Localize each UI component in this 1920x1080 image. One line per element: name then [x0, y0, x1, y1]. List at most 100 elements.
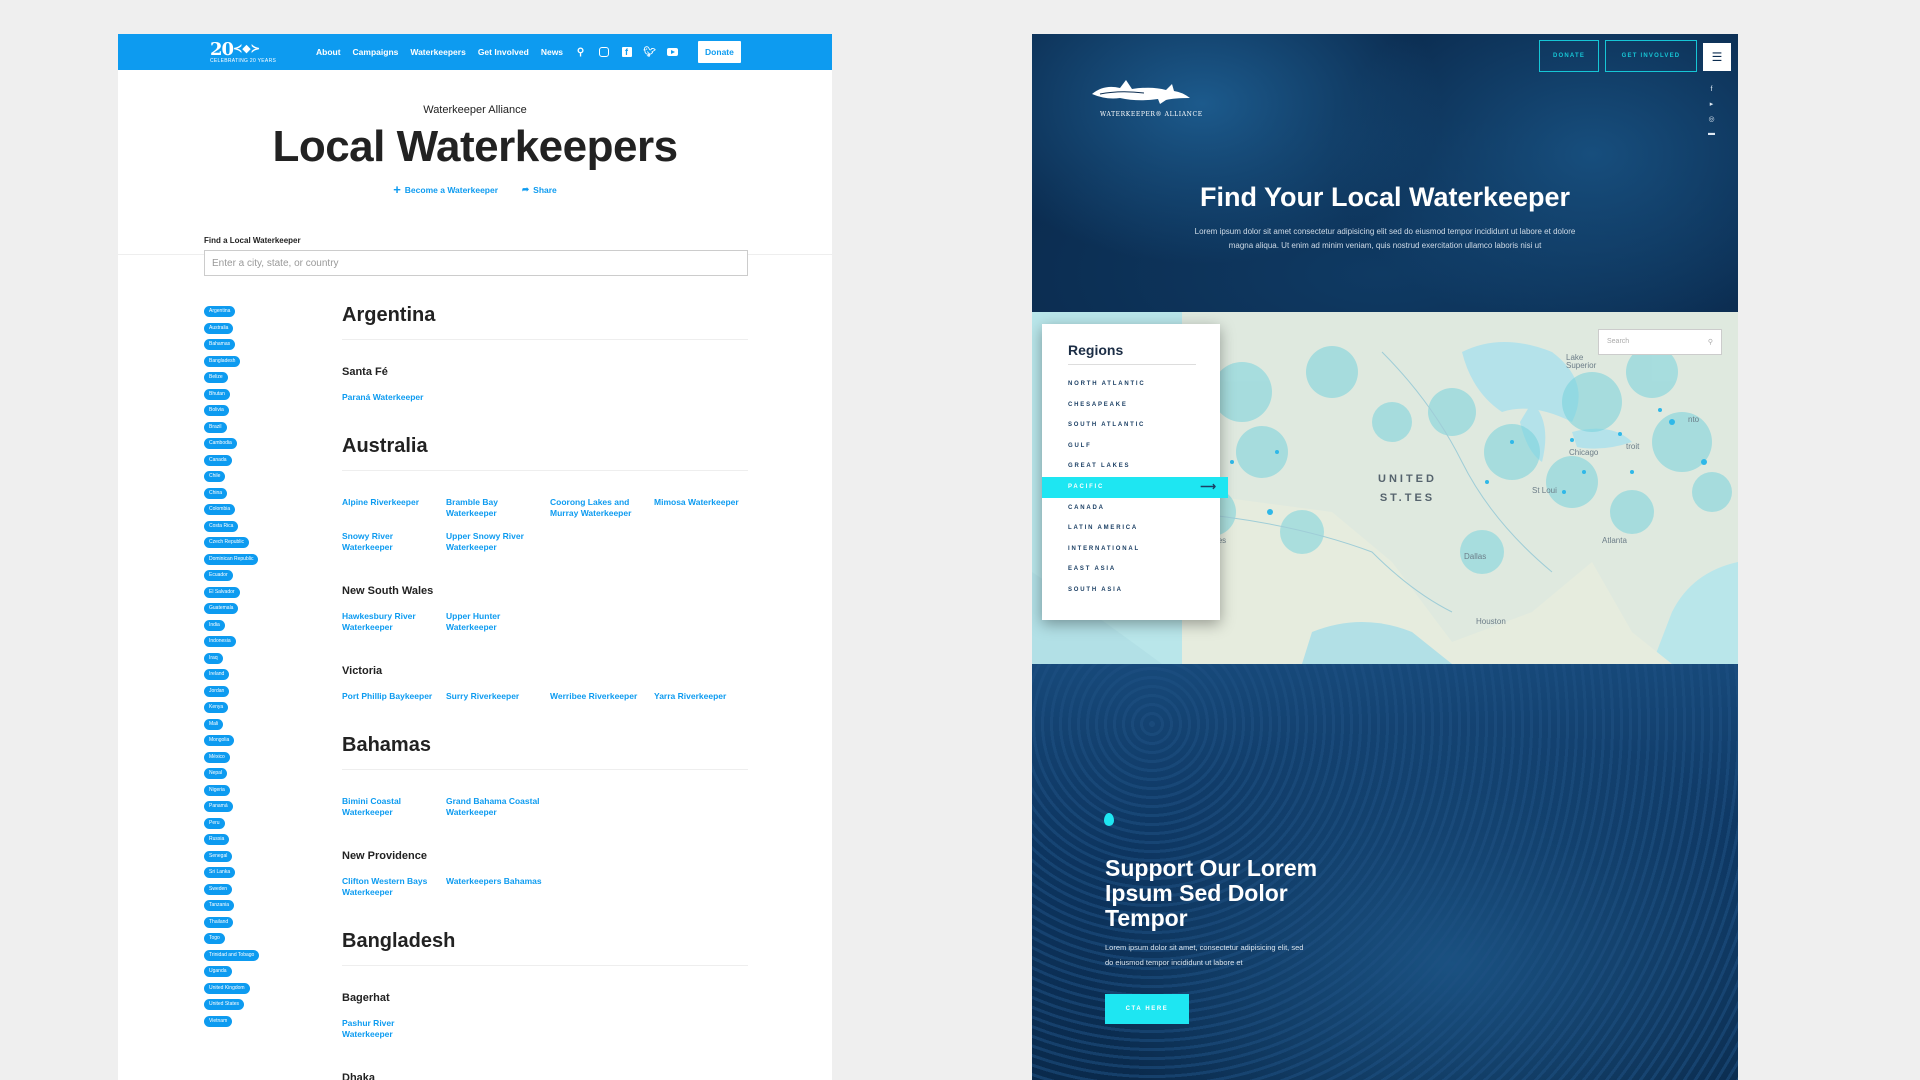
country-filter-pill[interactable]: Nepal — [204, 768, 228, 779]
country-filter-pill[interactable]: Sri Lanka — [204, 867, 236, 878]
country-filter-pill[interactable]: Togo — [204, 933, 225, 944]
twitter-icon[interactable]: 🐦︎ — [643, 47, 656, 58]
waterkeeper-link[interactable]: Paraná Waterkeeper — [342, 392, 446, 403]
country-filter-pill[interactable]: El Salvador — [204, 586, 240, 598]
country-filter-pill[interactable]: Mali — [204, 718, 224, 730]
donate-button[interactable]: Donate — [698, 41, 741, 63]
country-filter-pill[interactable]: Nigeria — [204, 784, 230, 796]
instagram-icon[interactable] — [598, 47, 609, 57]
country-filter-pill[interactable]: United States — [204, 999, 245, 1010]
country-filter-pill[interactable]: Bahamas — [204, 339, 236, 350]
region-item[interactable]: South Asia — [1042, 580, 1220, 601]
nav-campaigns[interactable]: Campaigns — [353, 47, 399, 57]
country-filter-pill[interactable]: Vietnam — [204, 1015, 233, 1027]
facebook-icon[interactable]: f — [621, 47, 632, 57]
country-filter-pill[interactable]: Indonesia — [204, 636, 236, 647]
waterkeeper-link[interactable]: Werribee Riverkeeper — [550, 691, 654, 702]
country-filter-pill[interactable]: United Kingdom — [204, 982, 250, 994]
country-filter-pill[interactable]: Mongolia — [204, 735, 235, 746]
waterkeeper-link[interactable]: Alpine Riverkeeper — [342, 497, 446, 519]
country-filter-pill[interactable]: Thailand — [204, 916, 234, 928]
waterkeeper-link[interactable]: Pashur River Waterkeeper — [342, 1018, 446, 1040]
country-filter-pill[interactable]: Chile — [204, 471, 226, 482]
facebook-icon[interactable]: f — [1711, 86, 1713, 93]
waterkeeper-link[interactable]: Upper Hunter Waterkeeper — [446, 611, 550, 633]
country-filter-pill[interactable]: Cambodia — [204, 438, 237, 449]
waterkeeper-logo[interactable]: WATERKEEPER® ALLIANCE — [1090, 78, 1203, 118]
cta-button[interactable]: CTA HERE — [1105, 994, 1189, 1024]
waterkeeper-link[interactable]: Clifton Western Bays Waterkeeper — [342, 876, 446, 898]
region-item[interactable]: East Asia — [1042, 559, 1220, 580]
country-filter-pill[interactable]: Brazil — [204, 421, 227, 433]
region-item[interactable]: Great Lakes — [1042, 456, 1220, 477]
waterkeeper-link[interactable]: Bramble Bay Waterkeeper — [446, 497, 550, 519]
country-filter-pill[interactable]: Canada — [204, 454, 232, 466]
hamburger-icon[interactable]: ☰ — [1703, 43, 1731, 71]
country-filter-pill[interactable]: Russia — [204, 834, 230, 845]
waterkeeper-link[interactable]: Snowy River Waterkeeper — [342, 531, 446, 553]
country-filter-pill[interactable]: Colombia — [204, 504, 236, 515]
country-filter-pill[interactable]: Argentina — [204, 306, 236, 317]
waterkeeper-link[interactable]: Upper Snowy River Waterkeeper — [446, 531, 550, 553]
waterkeeper-link[interactable]: Mimosa Waterkeeper — [654, 497, 748, 519]
twitter-icon[interactable]: ▸ — [1710, 100, 1714, 108]
country-filter-pill[interactable]: Dominican Republic — [204, 553, 259, 565]
youtube-icon[interactable]: ▬ — [1708, 130, 1715, 137]
nav-about[interactable]: About — [316, 47, 341, 57]
country-filter-pill[interactable]: Belize — [204, 372, 228, 383]
region-item[interactable]: Pacific ⟶ — [1042, 476, 1228, 498]
waterkeeper-link[interactable]: Yarra Riverkeeper — [654, 691, 748, 702]
search-icon[interactable]: ⚲ — [575, 47, 586, 58]
country-filter-pill[interactable]: Kenya — [204, 702, 229, 713]
nav-waterkeepers[interactable]: Waterkeepers — [410, 47, 465, 57]
get-involved-button[interactable]: GET INVOLVED — [1605, 40, 1697, 72]
map-search-input[interactable]: Search ⚲ — [1598, 329, 1722, 355]
anniversary-logo[interactable]: 20≺◆≻ CELEBRATING 20 YEARS — [210, 40, 284, 64]
country-filter-pill[interactable]: Bangladesh — [204, 355, 241, 367]
waterkeeper-map[interactable]: Lake Superior Chicago troit St Loui os A… — [1032, 312, 1738, 664]
waterkeeper-link[interactable]: Hawkesbury River Waterkeeper — [342, 611, 446, 633]
country-filter-pill[interactable]: Tanzania — [204, 900, 235, 911]
country-filter-pill[interactable]: Jordan — [204, 685, 230, 697]
waterkeeper-link[interactable]: Grand Bahama Coastal Waterkeeper — [446, 796, 550, 818]
location-search-input[interactable] — [204, 250, 748, 276]
country-filter-pill[interactable]: Czech Republic — [204, 537, 250, 548]
country-filter-pill[interactable]: Bhutan — [204, 388, 230, 400]
region-item[interactable]: Gulf — [1042, 436, 1220, 457]
country-filter-pill[interactable]: Panamá — [204, 801, 233, 812]
waterkeeper-link[interactable]: Port Phillip Baykeeper — [342, 691, 446, 702]
waterkeeper-link[interactable]: Surry Riverkeeper — [446, 691, 550, 702]
country-filter-pill[interactable]: Iraq — [204, 652, 223, 664]
country-filter-pill[interactable]: Bolivia — [204, 405, 229, 416]
country-filter-pill[interactable]: India — [204, 619, 225, 631]
region-item[interactable]: Latin America — [1042, 518, 1220, 539]
region-item[interactable]: International — [1042, 539, 1220, 560]
country-filter-pill[interactable]: Australia — [204, 322, 234, 334]
country-filter-pill[interactable]: Guatemala — [204, 603, 239, 614]
become-waterkeeper-link[interactable]: + Become a Waterkeeper — [393, 183, 498, 196]
donate-button[interactable]: DONATE — [1539, 40, 1599, 72]
region-item[interactable]: Canada — [1042, 498, 1220, 519]
country-filter-pill[interactable]: Trinidad and Tobago — [204, 949, 260, 961]
instagram-icon[interactable]: ◎ — [1708, 115, 1714, 123]
search-icon[interactable]: ⚲ — [1708, 338, 1713, 346]
youtube-icon[interactable] — [667, 48, 679, 56]
country-filter-pill[interactable]: Sweden — [204, 883, 233, 895]
waterkeeper-link[interactable]: Bimini Coastal Waterkeeper — [342, 796, 446, 818]
country-filter-pill[interactable]: Costa Rica — [204, 520, 239, 532]
country-filter-pill[interactable]: Uganda — [204, 966, 232, 977]
region-item[interactable]: North Atlantic — [1042, 374, 1220, 395]
country-filter-pill[interactable]: Ireland — [204, 669, 230, 680]
country-filter-pill[interactable]: México — [204, 751, 230, 763]
nav-get-involved[interactable]: Get Involved — [478, 47, 529, 57]
region-item[interactable]: South Atlantic — [1042, 415, 1220, 436]
region-item[interactable]: Chesapeake — [1042, 395, 1220, 416]
share-link[interactable]: ➦ Share — [522, 184, 557, 195]
country-filter-pill[interactable]: Senegal — [204, 850, 233, 862]
country-filter-pill[interactable]: Ecuador — [204, 570, 233, 581]
country-filter-pill[interactable]: Peru — [204, 817, 225, 829]
waterkeeper-link[interactable]: Coorong Lakes and Murray Waterkeeper — [550, 497, 654, 519]
country-filter-pill[interactable]: China — [204, 487, 228, 499]
nav-news[interactable]: News — [541, 47, 563, 57]
waterkeeper-link[interactable]: Waterkeepers Bahamas — [446, 876, 550, 898]
